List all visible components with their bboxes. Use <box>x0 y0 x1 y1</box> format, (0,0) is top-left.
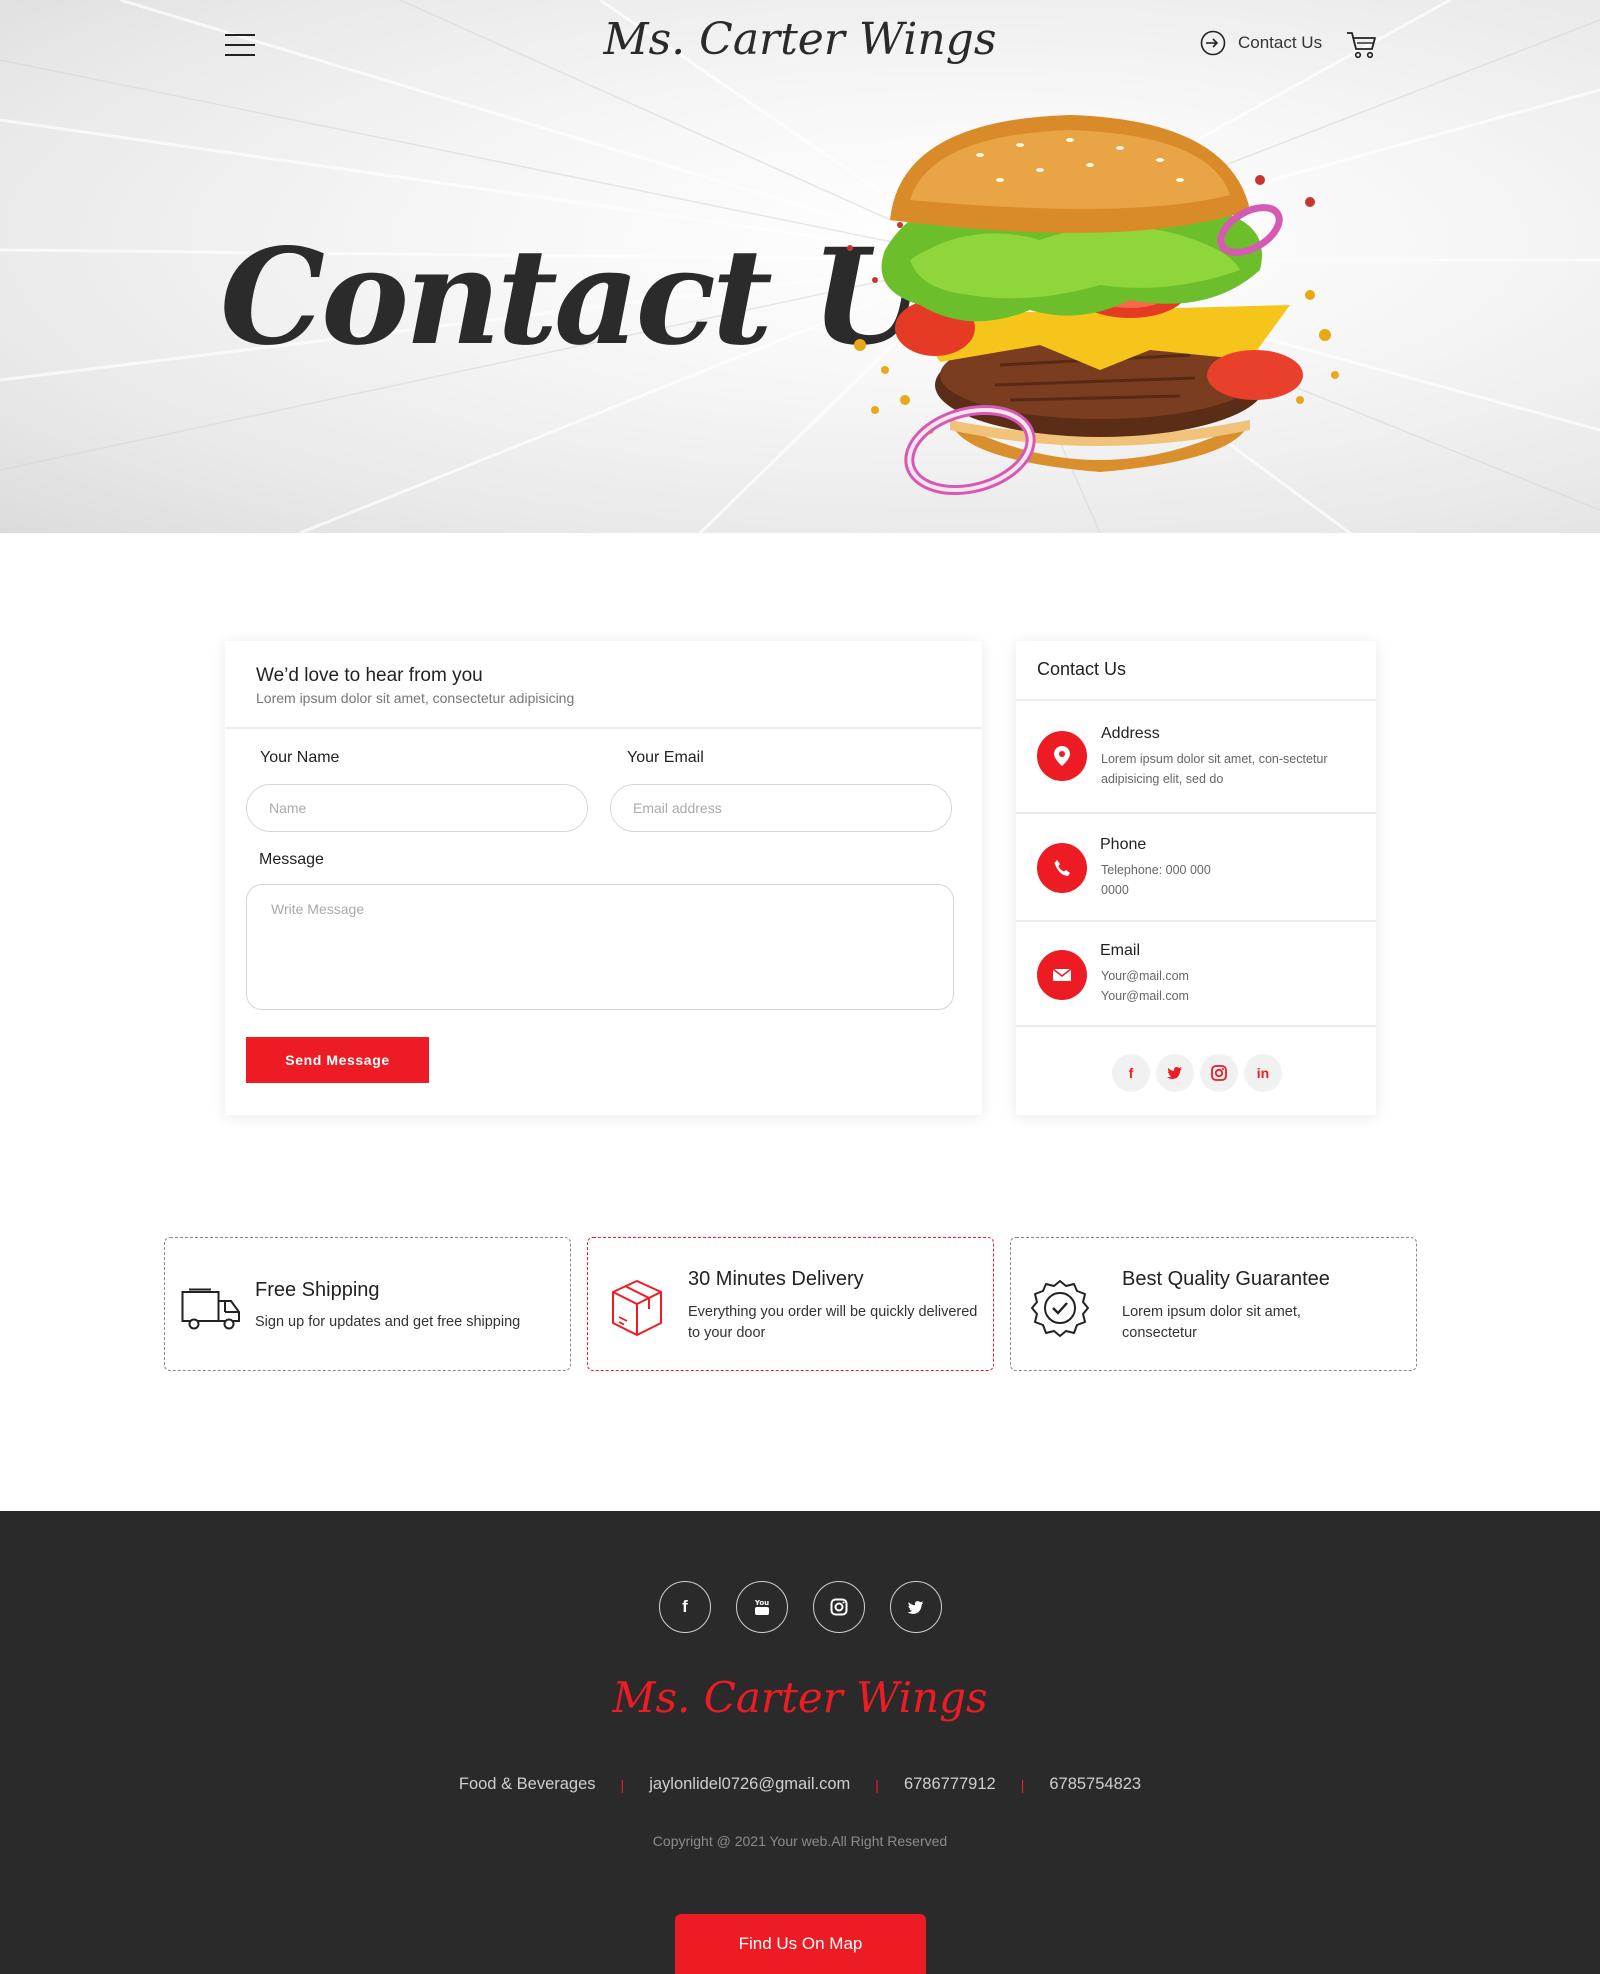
map-pin-icon <box>1037 731 1087 781</box>
feature-title: Free Shipping <box>255 1279 380 1301</box>
footer: f You Ms. Carter Wings Food & Beverages … <box>0 1511 1600 1974</box>
copyright-text: Copyright @ 2021 Your web.All Right Rese… <box>652 1833 948 1849</box>
contact-info-title: Contact Us <box>1016 641 1376 701</box>
twitter-icon[interactable] <box>1156 1054 1194 1092</box>
message-label: Message <box>259 851 324 868</box>
form-heading: We’d love to hear from you <box>256 665 483 686</box>
name-input[interactable]: Name <box>246 784 588 832</box>
quality-badge-icon <box>1031 1280 1089 1337</box>
phone-title: Phone <box>1100 836 1147 853</box>
footer-link-category[interactable]: Food & Beverages <box>459 1775 596 1794</box>
contact-info-card: Contact Us Address Lorem ipsum dolor sit… <box>1016 641 1376 1115</box>
send-message-button[interactable]: Send Message <box>246 1037 429 1083</box>
footer-separator: | <box>620 1776 625 1793</box>
instagram-icon[interactable] <box>1200 1054 1238 1092</box>
header-contact-label: Contact Us <box>1238 33 1323 52</box>
message-textarea[interactable]: Write Message <box>246 884 954 1010</box>
footer-separator: | <box>875 1776 879 1793</box>
email-row: Email Your@mail.com Your@mail.com <box>1016 922 1376 1027</box>
brand-logo[interactable]: Ms. Carter Wings <box>600 14 1000 65</box>
svg-text:You: You <box>754 1599 769 1607</box>
phone-row: Phone Telephone: 000 000 0000 <box>1016 814 1376 922</box>
feature-text: Lorem ipsum dolor sit amet, consectetur <box>1122 1304 1301 1341</box>
contact-social-links: f in <box>1016 1054 1376 1092</box>
feature-text: Sign up for updates and get free shippin… <box>255 1314 521 1330</box>
linkedin-icon[interactable]: in <box>1244 1054 1282 1092</box>
phone-text: Telephone: 000 000 0000 <box>1101 863 1211 897</box>
hero-section: Ms. Carter Wings Contact Us Contact Us <box>0 0 1600 533</box>
footer-link-email[interactable]: jaylonlidel0726@gmail.com <box>649 1775 850 1794</box>
phone-icon <box>1037 843 1087 893</box>
sign-in-arrow-icon <box>1200 30 1226 56</box>
find-us-on-map-button[interactable]: Find Us On Map <box>675 1914 926 1974</box>
facebook-icon[interactable]: f <box>1112 1054 1150 1092</box>
email-input[interactable]: Email address <box>610 784 952 832</box>
envelope-icon <box>1037 950 1087 1000</box>
feature-title: Best Quality Guarantee <box>1122 1268 1330 1290</box>
footer-youtube-icon[interactable]: You <box>736 1581 788 1633</box>
contact-form-card: We’d love to hear from you Lorem ipsum d… <box>225 641 982 1115</box>
form-subheading: Lorem ipsum dolor sit amet, consectetur … <box>256 690 575 706</box>
cart-icon[interactable] <box>1346 30 1378 60</box>
footer-links: Food & Beverages | jaylonlidel0726@gmail… <box>0 1775 1600 1794</box>
footer-instagram-icon[interactable] <box>813 1581 865 1633</box>
address-text: Lorem ipsum dolor sit amet, con-sectetur… <box>1101 752 1328 786</box>
package-icon <box>612 1280 662 1336</box>
feature-text: Everything you order will be quickly del… <box>688 1304 978 1341</box>
name-label: Your Name <box>260 749 340 766</box>
feature-free-shipping: Free Shipping Sign up for updates and ge… <box>164 1237 571 1371</box>
footer-link-phone-2[interactable]: 6785754823 <box>1049 1775 1141 1794</box>
footer-link-phone-1[interactable]: 6786777912 <box>904 1775 996 1794</box>
address-title: Address <box>1101 725 1160 742</box>
footer-twitter-icon[interactable] <box>890 1581 942 1633</box>
feature-30-minutes-delivery: 30 Minutes Delivery Everything you order… <box>587 1237 994 1371</box>
burger-image <box>847 115 1339 496</box>
email-title: Email <box>1100 942 1141 959</box>
feature-title: 30 Minutes Delivery <box>688 1268 864 1290</box>
footer-separator: | <box>1020 1776 1025 1793</box>
email-text: Your@mail.com Your@mail.com <box>1101 969 1189 1003</box>
address-row: Address Lorem ipsum dolor sit amet, con-… <box>1016 703 1376 814</box>
hamburger-menu-icon[interactable] <box>225 34 255 56</box>
feature-best-quality: Best Quality Guarantee Lorem ipsum dolor… <box>1010 1237 1417 1371</box>
email-label: Your Email <box>627 749 704 766</box>
footer-facebook-icon[interactable]: f <box>659 1581 711 1633</box>
footer-brand-logo[interactable]: Ms. Carter Wings <box>600 1673 1000 1722</box>
header-contact-link[interactable]: Contact Us <box>1200 30 1322 56</box>
form-header: We’d love to hear from you Lorem ipsum d… <box>225 641 982 729</box>
truck-icon <box>181 1288 240 1330</box>
